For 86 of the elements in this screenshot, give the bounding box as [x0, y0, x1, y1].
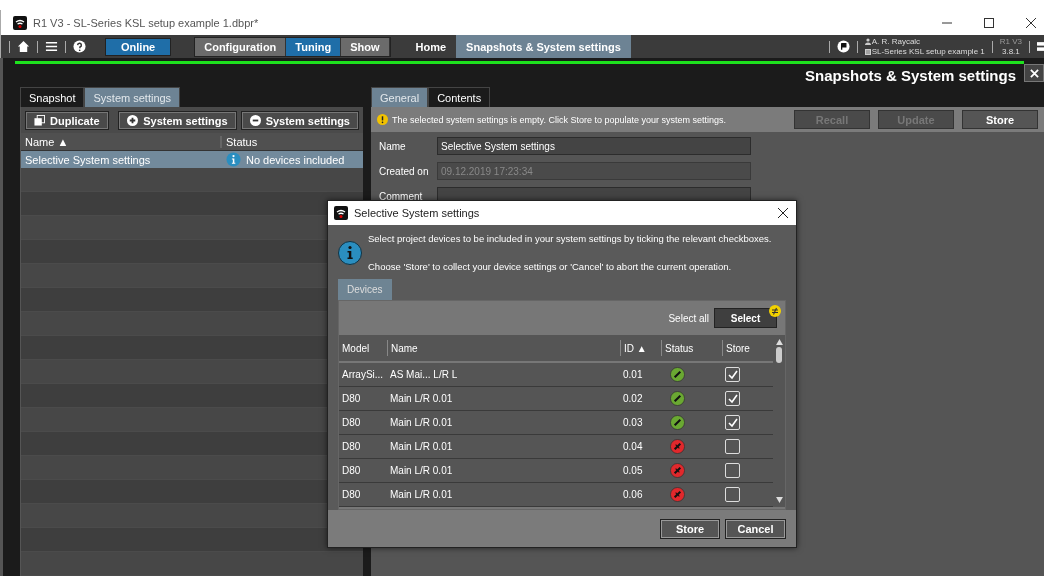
table-cell-text: ArraySi...	[341, 369, 385, 380]
action-button[interactable]: Store	[962, 110, 1038, 129]
table-cell-text: D80	[341, 393, 362, 404]
project-icon	[864, 48, 871, 55]
column-header[interactable]: Store	[722, 340, 770, 356]
column-header[interactable]: Status	[220, 135, 363, 148]
toolbar-button[interactable]: System settings	[118, 111, 237, 130]
table-cell-text: Main L/R 0.01	[389, 393, 454, 404]
column-header[interactable]: Name	[387, 340, 620, 356]
maximize-icon[interactable]	[984, 17, 994, 28]
toolbar-button[interactable]: Duplicate	[25, 111, 109, 130]
row-status: No devices included	[246, 153, 345, 166]
mode-tab[interactable]: Tuning	[286, 37, 342, 56]
dialog-title: Selective System settings	[354, 207, 480, 219]
column-header[interactable]: Status	[661, 340, 722, 356]
mode-tab[interactable]: Show	[341, 37, 390, 56]
table-cell-text: Main L/R 0.01	[389, 441, 454, 452]
user-name: A. R. Raycalc	[871, 36, 921, 47]
help-icon[interactable]	[73, 40, 86, 53]
row-name: Selective System settings	[24, 153, 152, 166]
app-logo-icon	[334, 206, 348, 220]
menu-icon[interactable]	[45, 40, 58, 53]
page-title: Snapshots & System settings	[805, 67, 1016, 84]
table-cell-text: Main L/R 0.01	[389, 417, 454, 428]
online-button[interactable]: Online	[105, 37, 172, 56]
table-cell-text: 0.03	[622, 417, 644, 428]
notice-text: The selected system settings is empty. Click Store to populate your system settings.	[392, 114, 726, 125]
scroll-down-icon[interactable]	[775, 497, 783, 503]
store-checkbox[interactable]	[725, 391, 740, 406]
store-checkbox[interactable]	[725, 463, 740, 478]
table-cell-text: 0.06	[622, 489, 644, 500]
close-icon	[1029, 68, 1039, 78]
panel-tab[interactable]: Contents	[428, 87, 491, 107]
table-cell-text: D80	[341, 441, 362, 452]
not-equal-icon	[769, 305, 781, 317]
store-checkbox[interactable]	[725, 415, 740, 430]
duplicate-icon	[34, 115, 45, 126]
app-name: R1 V3	[999, 36, 1022, 47]
list-row[interactable]: Selective System settings No devices included	[21, 151, 363, 168]
text-field[interactable]: Selective System settings	[437, 137, 751, 155]
column-header[interactable]: Model	[339, 340, 387, 356]
close-icon[interactable]	[1026, 17, 1036, 28]
toolbar-button[interactable]: System settings	[240, 111, 359, 130]
dialog-button[interactable]: Cancel	[725, 518, 786, 539]
user-icon	[864, 38, 871, 45]
store-checkbox[interactable]	[725, 487, 740, 502]
select-all-label: Select all	[668, 312, 709, 324]
window-title: R1 V3 - SL-Series KSL setup example 1.dbpr*	[33, 16, 259, 29]
minus-icon	[249, 115, 261, 126]
table-cell-text: 0.01	[622, 369, 644, 380]
table-cell-text: D80	[341, 489, 362, 500]
store-checkbox[interactable]	[725, 367, 740, 382]
info-message: Choose 'Store' to collect your device settings or 'Cancel' to abort the current operation.	[368, 261, 733, 273]
mode-tab[interactable]: Configuration	[195, 37, 287, 56]
table-cell-text: 0.02	[622, 393, 644, 404]
table-cell-text: AS Mai... L/R L	[389, 369, 459, 380]
plus-icon	[127, 115, 139, 126]
column-header[interactable]: ID ▲	[620, 340, 661, 356]
project-name: SL-Series KSL setup example 1	[871, 46, 985, 57]
table-cell-text: 0.04	[622, 441, 644, 452]
table-cell-text: Main L/R 0.01	[389, 489, 454, 500]
scroll-up-icon[interactable]	[775, 339, 783, 345]
table-cell-text: D80	[341, 465, 362, 476]
close-icon[interactable]	[778, 208, 788, 218]
table-cell-text: D80	[341, 417, 362, 428]
table-cell-text: 0.05	[622, 465, 644, 476]
store-checkbox[interactable]	[725, 439, 740, 454]
app-version: 3.8.1	[1002, 46, 1020, 57]
field-label: Created on	[379, 165, 430, 177]
info-icon	[338, 241, 362, 265]
field-label: Name	[379, 140, 407, 152]
flag-icon[interactable]	[836, 40, 850, 53]
panel-tab[interactable]: Snapshot	[20, 87, 85, 107]
close-panel-button[interactable]	[1024, 64, 1044, 82]
home-icon[interactable]	[17, 40, 30, 53]
app-logo-icon	[13, 15, 27, 30]
info-icon	[226, 152, 241, 167]
field-label: Comment	[379, 190, 424, 202]
nav-tab[interactable]: Snapshots & System settings	[456, 35, 631, 58]
column-header[interactable]: Name ▲	[21, 135, 220, 148]
warning-icon	[377, 114, 388, 125]
info-message: Select project devices to be included in your system settings by ticking the relevant checkboxes.	[368, 233, 772, 245]
scrollbar-thumb[interactable]	[776, 347, 782, 363]
table-cell-text: Main L/R 0.01	[389, 465, 454, 476]
dialog-button[interactable]: Store	[660, 518, 720, 539]
layout-icon[interactable]	[1037, 40, 1044, 53]
